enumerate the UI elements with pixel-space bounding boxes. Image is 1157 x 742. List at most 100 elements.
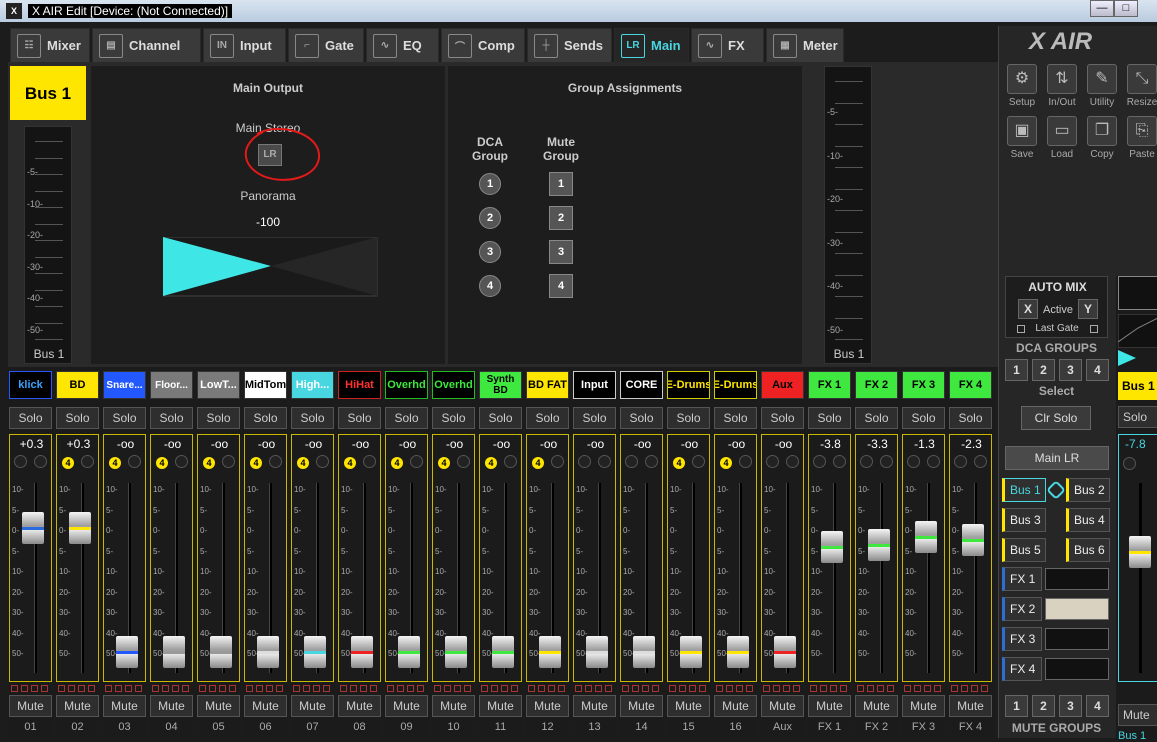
mute-button[interactable]: Mute <box>761 695 804 717</box>
channel-name[interactable]: Overhd <box>432 371 475 399</box>
fx-4-thumbnail[interactable] <box>1045 658 1109 680</box>
mute-group-select-2[interactable]: 2 <box>1032 695 1055 717</box>
solo-button[interactable]: Solo <box>56 407 99 429</box>
fader-cap[interactable] <box>821 531 843 563</box>
fader-cap[interactable] <box>257 636 279 669</box>
fader-cap[interactable] <box>727 636 749 669</box>
fx-1-thumbnail[interactable] <box>1045 568 1109 590</box>
fx-3-select-button[interactable]: FX 3 <box>1002 627 1042 651</box>
bus-strip-solo-button[interactable]: Solo <box>1118 406 1157 428</box>
mute-button[interactable]: Mute <box>526 695 569 717</box>
bus-3-select-button[interactable]: Bus 3 <box>1002 508 1046 532</box>
clear-solo-button[interactable]: Clr Solo <box>1021 406 1091 430</box>
channel-name[interactable]: FX 4 <box>949 371 992 399</box>
mute-button[interactable]: Mute <box>479 695 522 717</box>
solo-button[interactable]: Solo <box>244 407 287 429</box>
channel-name[interactable]: E-Drums <box>667 371 710 399</box>
bus-2-select-button[interactable]: Bus 2 <box>1066 478 1110 502</box>
fader-cap[interactable] <box>163 636 185 669</box>
fx-2-thumbnail[interactable] <box>1045 598 1109 620</box>
solo-button[interactable]: Solo <box>432 407 475 429</box>
channel-name[interactable]: Synth BD <box>479 371 522 399</box>
dca-group-select-1[interactable]: 1 <box>1005 359 1028 381</box>
tab-gate[interactable]: ⌐ Gate <box>288 28 364 62</box>
channel-name[interactable]: FX 3 <box>902 371 945 399</box>
mute-button[interactable]: Mute <box>385 695 428 717</box>
mute-button[interactable]: Mute <box>291 695 334 717</box>
fader-cap[interactable] <box>398 636 420 669</box>
tab-mixer[interactable]: ☷ Mixer <box>10 28 90 62</box>
channel-name[interactable]: HiHat <box>338 371 381 399</box>
channel-name[interactable]: BD FAT <box>526 371 569 399</box>
save-button[interactable]: ▣ Save <box>1003 116 1041 164</box>
bus-strip-pan[interactable] <box>1118 348 1157 368</box>
solo-button[interactable]: Solo <box>667 407 710 429</box>
solo-button[interactable]: Solo <box>526 407 569 429</box>
fader-cap[interactable] <box>962 524 984 557</box>
mute-button[interactable]: Mute <box>855 695 898 717</box>
fader-cap[interactable] <box>116 636 138 669</box>
fader-cap[interactable] <box>69 512 91 545</box>
channel-name[interactable]: klick <box>9 371 52 399</box>
mute-group-2-button[interactable]: 2 <box>549 206 573 230</box>
tab-channel[interactable]: ▤ Channel <box>92 28 201 62</box>
fader-cap[interactable] <box>633 636 655 669</box>
mute-button[interactable]: Mute <box>103 695 146 717</box>
channel-name[interactable]: Overhd <box>385 371 428 399</box>
fader-cap[interactable] <box>680 636 702 669</box>
solo-button[interactable]: Solo <box>761 407 804 429</box>
solo-button[interactable]: Solo <box>573 407 616 429</box>
fx-1-select-button[interactable]: FX 1 <box>1002 567 1042 591</box>
fader-cap[interactable] <box>210 636 232 669</box>
solo-button[interactable]: Solo <box>197 407 240 429</box>
channel-name[interactable]: Floor... <box>150 371 193 399</box>
channel-name[interactable]: E-Drums <box>714 371 757 399</box>
channel-name[interactable]: Input <box>573 371 616 399</box>
last-gate-checkbox-y[interactable] <box>1090 325 1098 333</box>
load-button[interactable]: ▭ Load <box>1043 116 1081 164</box>
solo-button[interactable]: Solo <box>479 407 522 429</box>
channel-name[interactable]: Snare... <box>103 371 146 399</box>
solo-button[interactable]: Solo <box>150 407 193 429</box>
fader-cap[interactable] <box>586 636 608 669</box>
mute-button[interactable]: Mute <box>808 695 851 717</box>
solo-button[interactable]: Solo <box>714 407 757 429</box>
dca-group-1-button[interactable]: 1 <box>479 173 501 195</box>
tab-input[interactable]: IN Input <box>203 28 286 62</box>
solo-button[interactable]: Solo <box>291 407 334 429</box>
channel-name[interactable]: BD <box>56 371 99 399</box>
mute-button[interactable]: Mute <box>197 695 240 717</box>
mute-button[interactable]: Mute <box>573 695 616 717</box>
tab-eq[interactable]: ∿ EQ <box>366 28 439 62</box>
solo-button[interactable]: Solo <box>902 407 945 429</box>
bus-6-select-button[interactable]: Bus 6 <box>1066 538 1110 562</box>
mute-button[interactable]: Mute <box>338 695 381 717</box>
bus-4-select-button[interactable]: Bus 4 <box>1066 508 1110 532</box>
fader-cap[interactable] <box>774 636 796 669</box>
mute-group-select-3[interactable]: 3 <box>1059 695 1082 717</box>
solo-button[interactable]: Solo <box>855 407 898 429</box>
solo-button[interactable]: Solo <box>620 407 663 429</box>
tab-fx[interactable]: ∿ FX <box>691 28 764 62</box>
mute-group-4-button[interactable]: 4 <box>549 274 573 298</box>
mute-button[interactable]: Mute <box>9 695 52 717</box>
fader-cap[interactable] <box>539 636 561 669</box>
fx-4-select-button[interactable]: FX 4 <box>1002 657 1042 681</box>
automix-x-button[interactable]: X <box>1018 299 1038 319</box>
fader-cap[interactable] <box>492 636 514 669</box>
channel-name[interactable]: LowT... <box>197 371 240 399</box>
paste-button[interactable]: ⎘ Paste <box>1123 116 1157 164</box>
solo-button[interactable]: Solo <box>338 407 381 429</box>
mute-button[interactable]: Mute <box>56 695 99 717</box>
solo-button[interactable]: Solo <box>9 407 52 429</box>
dca-group-select-4[interactable]: 4 <box>1086 359 1109 381</box>
fader-cap[interactable] <box>868 529 890 562</box>
tab-comp[interactable]: ⌒ Comp <box>441 28 525 62</box>
maximize-button[interactable]: □ <box>1114 0 1138 17</box>
bus-strip-name[interactable]: Bus 1 <box>1118 372 1157 400</box>
solo-button[interactable]: Solo <box>385 407 428 429</box>
dca-group-2-button[interactable]: 2 <box>479 207 501 229</box>
mute-button[interactable]: Mute <box>620 695 663 717</box>
mute-button[interactable]: Mute <box>432 695 475 717</box>
last-gate-checkbox-x[interactable] <box>1017 325 1025 333</box>
